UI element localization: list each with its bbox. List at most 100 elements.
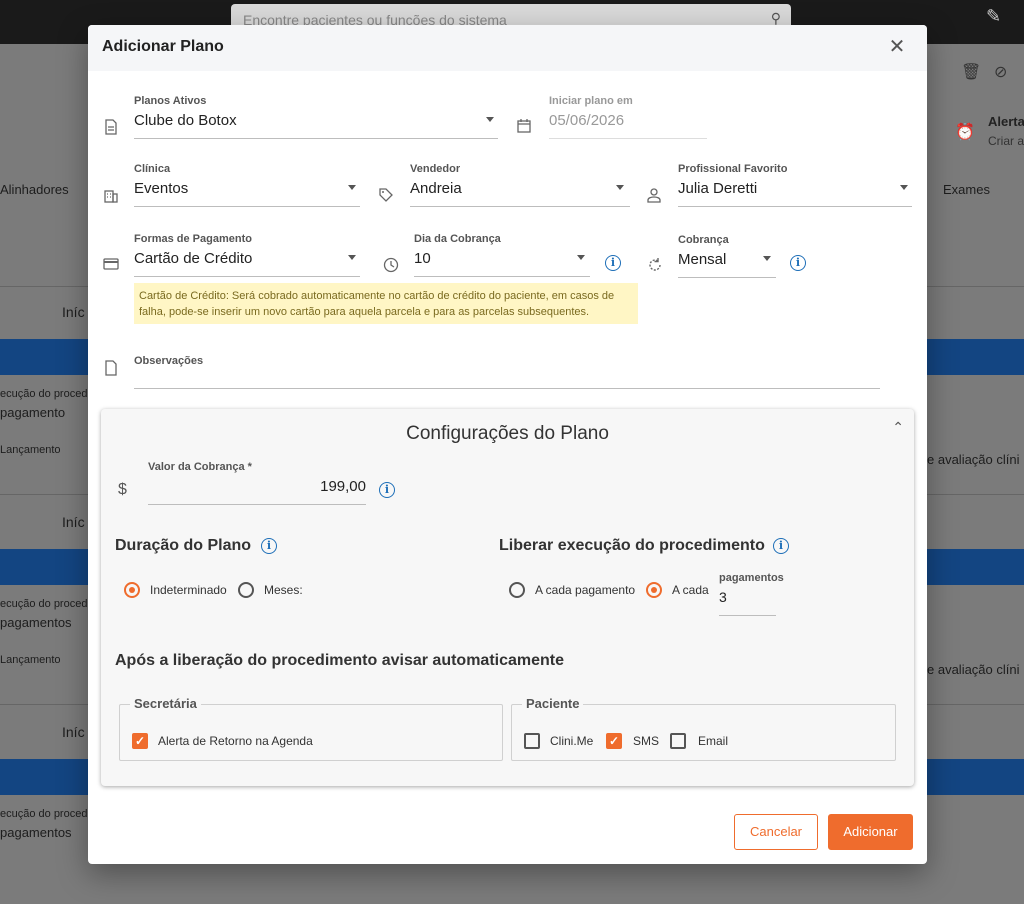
field-underline (148, 504, 366, 505)
block-icon[interactable]: ⊘ (994, 62, 1007, 82)
row-exec: ecução do proced (0, 598, 88, 610)
dialog-header: Adicionar Plano ✕ (88, 25, 927, 71)
checkbox-sms[interactable]: ✓ (606, 733, 622, 749)
add-button[interactable]: Adicionar (828, 814, 913, 850)
field-underline (134, 138, 498, 139)
planos-ativos-select[interactable]: Planos Ativos Clube do Botox (134, 95, 498, 141)
row-right: e avaliação clíni (927, 452, 1020, 467)
field-underline (134, 388, 880, 389)
row-pay: pagamentos (0, 615, 72, 630)
help-chat-icon[interactable]: ✎ (986, 6, 1001, 27)
field-underline (134, 206, 360, 207)
iniciar-plano-value: 05/06/2026 (549, 112, 625, 129)
checkbox-sms-label: SMS (633, 734, 660, 748)
person-icon (645, 186, 663, 204)
iniciar-plano-field[interactable]: Iniciar plano em 05/06/2026 (549, 95, 707, 141)
clinica-select[interactable]: Clínica Eventos (134, 163, 360, 209)
trash-icon[interactable]: 🗑 (961, 62, 981, 82)
calendar-icon (515, 117, 533, 135)
chevron-down-icon (900, 185, 908, 190)
radio-cada-pagamento[interactable] (509, 582, 525, 598)
checkbox-alerta-retorno-label: Alerta de Retorno na Agenda (158, 734, 313, 748)
alert-title: Alerta (988, 114, 1024, 129)
clinica-value: Eventos (134, 180, 189, 197)
field-underline (678, 206, 912, 207)
close-icon[interactable]: ✕ (885, 35, 909, 59)
config-panel: Configurações do Plano ⌃ $ Valor da Cobr… (101, 409, 914, 786)
field-underline (134, 276, 360, 277)
pagamentos-input[interactable]: pagamentos 3 (719, 572, 784, 618)
config-title: Configurações do Plano (406, 423, 609, 444)
observacoes-label: Observações (134, 355, 204, 367)
tag-icon (377, 186, 395, 204)
radio-indeterminado[interactable] (124, 582, 140, 598)
cobranca-label: Cobrança (678, 234, 729, 246)
vendedor-label: Vendedor (410, 163, 461, 175)
row-start: Iníc (62, 304, 85, 320)
tab-alinhadores[interactable]: Alinhadores (0, 182, 69, 197)
profissional-label: Profissional Favorito (678, 163, 788, 175)
info-icon[interactable]: i (773, 538, 789, 554)
dia-cobranca-value: 10 (414, 250, 431, 267)
credit-card-icon (102, 255, 120, 273)
radio-meses[interactable] (238, 582, 254, 598)
liberar-title: Liberar execução do procedimento (499, 537, 765, 554)
radio-indeterminado-label: Indeterminado (150, 583, 227, 597)
dialog-title: Adicionar Plano (102, 38, 224, 55)
clinica-label: Clínica (134, 163, 171, 175)
payment-hint: Cartão de Crédito: Será cobrado automati… (134, 283, 638, 324)
vendedor-value: Andreia (410, 180, 462, 197)
checkbox-alerta-retorno[interactable]: ✓ (132, 733, 148, 749)
dia-cobranca-select[interactable]: Dia da Cobrança 10 (414, 233, 590, 279)
formas-pagamento-select[interactable]: Formas de Pagamento Cartão de Crédito (134, 233, 360, 279)
paciente-legend: Paciente (522, 696, 584, 711)
chevron-down-icon (616, 185, 624, 190)
vendedor-select[interactable]: Vendedor Andreia (410, 163, 630, 209)
info-icon[interactable]: i (605, 255, 621, 271)
row-exec: ecução do proced (0, 808, 88, 820)
chevron-down-icon (577, 255, 585, 260)
formas-pagamento-value: Cartão de Crédito (134, 250, 253, 267)
cancel-button[interactable]: Cancelar (734, 814, 818, 850)
observacoes-field[interactable]: Observações (134, 355, 880, 389)
field-underline (719, 615, 776, 616)
secretaria-group: Secretária ✓ Alerta de Retorno na Agenda (119, 696, 503, 761)
field-underline (410, 206, 630, 207)
chevron-up-icon[interactable]: ⌃ (892, 419, 904, 436)
planos-ativos-label: Planos Ativos (134, 95, 207, 107)
duracao-title: Duração do Plano (115, 537, 252, 554)
tab-exames[interactable]: Exames (943, 182, 990, 197)
profissional-value: Julia Deretti (678, 180, 758, 197)
add-plan-dialog: Adicionar Plano ✕ Planos Ativos Clube do… (88, 25, 927, 864)
row-pay: pagamentos (0, 825, 72, 840)
info-icon[interactable]: i (790, 255, 806, 271)
row-right: e avaliação clíni (927, 662, 1020, 677)
dollar-icon: $ (118, 481, 127, 498)
valor-cobranca-label: Valor da Cobrança * (148, 461, 252, 473)
field-underline (549, 138, 707, 139)
alarm-icon: ⏰ (955, 124, 975, 141)
pagamentos-value: 3 (719, 589, 727, 605)
valor-cobranca-input[interactable]: Valor da Cobrança * 199,00 (148, 461, 366, 507)
checkbox-clinime[interactable] (524, 733, 540, 749)
chevron-down-icon (348, 255, 356, 260)
checkbox-email[interactable] (670, 733, 686, 749)
checkbox-clinime-label: Clini.Me (550, 734, 594, 748)
field-underline (678, 277, 776, 278)
dia-cobranca-label: Dia da Cobrança (414, 233, 501, 245)
secretaria-legend: Secretária (130, 696, 201, 711)
chevron-down-icon (348, 185, 356, 190)
valor-cobranca-value: 199,00 (320, 478, 366, 495)
profissional-select[interactable]: Profissional Favorito Julia Deretti (678, 163, 912, 209)
avisar-title: Após a liberação do procedimento avisar … (115, 652, 565, 669)
info-icon[interactable]: i (379, 482, 395, 498)
info-icon[interactable]: i (261, 538, 277, 554)
planos-ativos-value: Clube do Botox (134, 112, 237, 129)
radio-a-cada[interactable] (646, 582, 662, 598)
chevron-down-icon (763, 256, 771, 261)
cobranca-select[interactable]: Cobrança Mensal (678, 234, 776, 280)
building-icon (102, 186, 120, 204)
radio-a-cada-label: A cada (672, 583, 709, 597)
pagamentos-label: pagamentos (719, 572, 784, 584)
formas-pagamento-label: Formas de Pagamento (134, 233, 252, 245)
